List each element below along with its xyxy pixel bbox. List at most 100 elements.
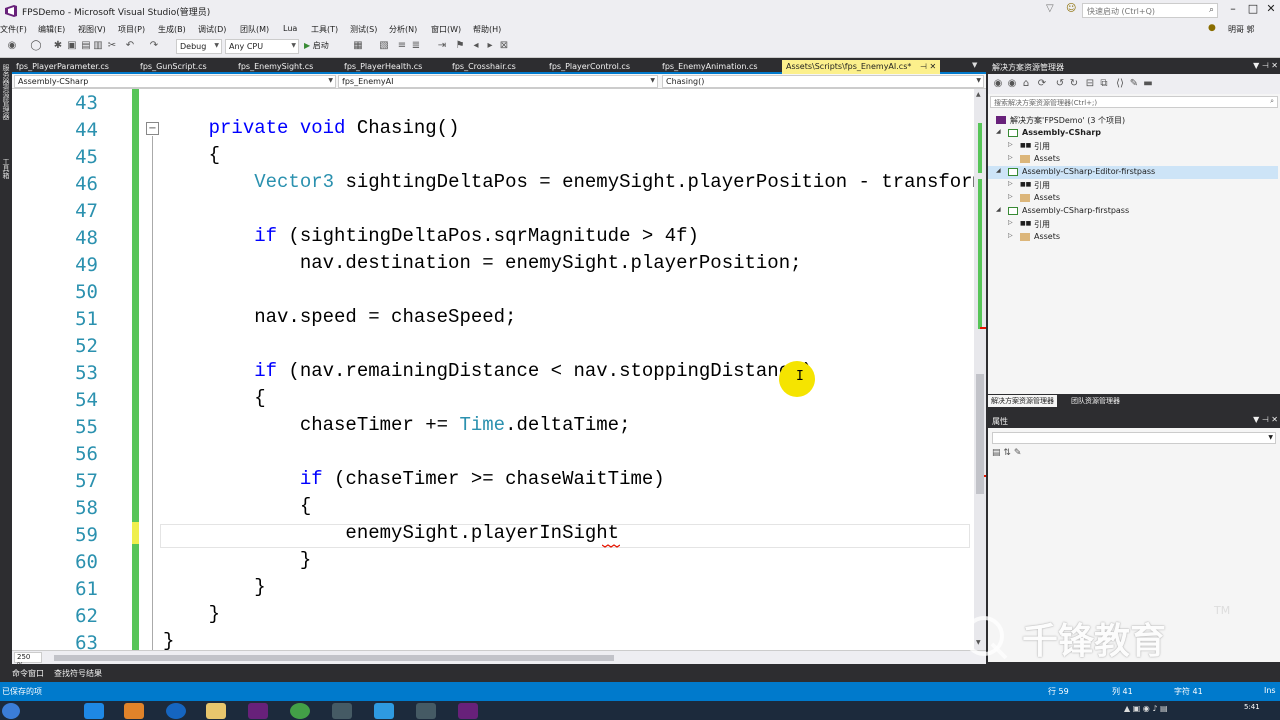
quick-launch-input[interactable]: 快速启动 (Ctrl+Q) ⌕ [1082,3,1218,18]
collapsed-arrow-icon[interactable]: ▷ [1008,180,1013,187]
horizontal-scroll-thumb[interactable] [54,655,614,661]
file-explorer-icon[interactable] [206,703,226,719]
browse-icon[interactable]: ▦ [352,40,364,52]
menu-window[interactable]: 窗口(W) [431,24,461,35]
tree-folder[interactable]: ▷ Assets [988,192,1278,205]
bookmark-icon[interactable]: ▧ [378,40,390,52]
tab-solution-explorer[interactable]: 解决方案资源管理器 [988,395,1057,407]
panel-pin-close-icons[interactable]: ▼ ⊣ ✕ [1253,61,1278,70]
k-app-icon[interactable] [166,703,186,719]
redo-icon[interactable]: ↷ [148,40,160,52]
save-all-icon[interactable]: ▥ [92,40,104,52]
tree-references[interactable]: ▷ ■■ 引用 [988,218,1278,231]
collapse-all-icon[interactable]: ⊟ [1084,78,1096,90]
expand-arrow-icon[interactable]: ◢ [996,167,1001,174]
clock[interactable]: 5:41 [1244,703,1260,711]
scroll-up-icon[interactable]: ▲ [976,91,981,98]
unity-icon[interactable] [332,703,352,719]
network-app-icon[interactable] [374,703,394,719]
filter-icon[interactable]: ▽ [1046,3,1054,14]
forward-icon[interactable]: ◯ [30,40,42,52]
menu-project[interactable]: 项目(P) [118,24,145,35]
expand-arrow-icon[interactable]: ◢ [996,206,1001,213]
open-file-icon[interactable]: ▣ [66,40,78,52]
menu-file[interactable]: 文件(F) [0,24,27,35]
visual-studio-icon[interactable] [458,703,478,719]
tab-player-health[interactable]: fps_PlayerHealth.cs [340,60,426,74]
cut-icon[interactable]: ✂ [106,40,118,52]
menu-edit[interactable]: 编辑(E) [38,24,65,35]
tab-command-window[interactable]: 命令窗口 [12,668,44,679]
preview-icon[interactable]: ▬ [1142,78,1154,90]
tab-dropdown-icon[interactable]: ▼ [972,61,977,69]
new-project-icon[interactable]: ✱ [52,40,64,52]
collapsed-arrow-icon[interactable]: ▷ [1008,232,1013,239]
menu-analyze[interactable]: 分析(N) [389,24,417,35]
configuration-select[interactable]: Debug ▼ [176,39,222,54]
bookmark-prev-icon[interactable]: ◂ [470,40,482,52]
alphabetical-icon[interactable]: ⇅ [1003,448,1011,458]
solution-search-input[interactable]: 搜索解决方案资源管理器(Ctrl+;) ⌕ [990,96,1278,108]
bookmark-next-icon[interactable]: ▸ [484,40,496,52]
feedback-icon[interactable]: ● [1208,23,1216,33]
tab-enemy-sight[interactable]: fps_EnemySight.cs [234,60,317,74]
collapsed-arrow-icon[interactable]: ▷ [1008,141,1013,148]
forward-icon[interactable]: ◉ [1006,78,1018,90]
toolbox-tab[interactable]: 工具箱 [1,158,11,179]
tab-team-explorer[interactable]: 团队资源管理器 [1068,395,1123,407]
minimize-button[interactable]: – [1222,2,1244,18]
pending-changes-icon[interactable]: ↺ [1054,78,1066,90]
tree-project-selected[interactable]: ◢ Assembly-CSharp-Editor-firstpass [988,166,1278,179]
menu-build[interactable]: 生成(B) [158,24,186,35]
tree-references[interactable]: ▷ ■■ 引用 [988,179,1278,192]
back-icon[interactable]: ◉ [992,78,1004,90]
tree-solution-root[interactable]: 解决方案'FPSDemo' (3 个项目) [988,114,1278,127]
tab-player-control[interactable]: fps_PlayerControl.cs [545,60,634,74]
editor-scroll-thumb[interactable] [976,374,984,494]
editor-vertical-scrollbar[interactable]: ▲ ▼ [974,89,986,650]
tree-folder[interactable]: ▷ Assets [988,153,1278,166]
bookmark-toggle-icon[interactable]: ⚑ [454,40,466,52]
code-editor[interactable]: − private void Chasing() { Vector3 sight… [12,89,974,650]
uncomment-icon[interactable]: ≣ [410,40,422,52]
collapse-icon[interactable]: − [146,122,159,135]
view-code-icon[interactable]: ⟨⟩ [1114,78,1126,90]
menu-debug[interactable]: 调试(D) [198,24,226,35]
tab-gun-script[interactable]: fps_GunScript.cs [136,60,211,74]
tab-crosshair[interactable]: fps_Crosshair.cs [448,60,520,74]
properties-icon[interactable]: ✎ [1128,78,1140,90]
ie-icon[interactable] [84,703,104,719]
properties-object-select[interactable]: ▼ [992,432,1276,444]
back-icon[interactable]: ◉ [6,40,18,52]
pin-icon[interactable]: ⊣ [920,62,927,71]
notification-icon[interactable]: ☺ [1066,3,1076,14]
start-debug-button[interactable]: ▶ 启动 [304,40,329,51]
save-icon[interactable]: ▤ [80,40,92,52]
refresh-icon[interactable]: ↻ [1068,78,1080,90]
start-icon[interactable] [2,703,20,719]
tab-find-symbol-results[interactable]: 查找符号结果 [54,668,102,679]
tab-enemy-animation[interactable]: fps_EnemyAnimation.cs [658,60,762,74]
visual-studio-icon[interactable] [248,703,268,719]
platform-select[interactable]: Any CPU ▼ [225,39,299,54]
close-tab-icon[interactable]: ✕ [929,62,936,71]
indent-icon[interactable]: ⇥ [436,40,448,52]
media-player-icon[interactable] [124,703,144,719]
close-button[interactable]: ✕ [1260,2,1280,18]
menu-team[interactable]: 团队(M) [240,24,269,35]
menu-help[interactable]: 帮助(H) [473,24,501,35]
tree-project[interactable]: ◢ Assembly-CSharp-firstpass [988,205,1278,218]
menu-tools[interactable]: 工具(T) [311,24,338,35]
property-pages-icon[interactable]: ✎ [1014,448,1022,458]
menu-lua[interactable]: Lua [283,24,297,33]
sync-icon[interactable]: ⟳ [1036,78,1048,90]
panel-pin-close-icons[interactable]: ▼ ⊣ ✕ [1253,415,1278,424]
system-tray-icons[interactable]: ▲ ▣ ◉ ♪ ▤ [1124,704,1168,713]
collapsed-arrow-icon[interactable]: ▷ [1008,219,1013,226]
chrome-icon[interactable] [290,703,310,719]
undo-icon[interactable]: ↶ [124,40,136,52]
bookmark-clear-icon[interactable]: ⊠ [498,40,510,52]
menu-test[interactable]: 测试(S) [350,24,377,35]
collapsed-arrow-icon[interactable]: ▷ [1008,154,1013,161]
collapsed-arrow-icon[interactable]: ▷ [1008,193,1013,200]
